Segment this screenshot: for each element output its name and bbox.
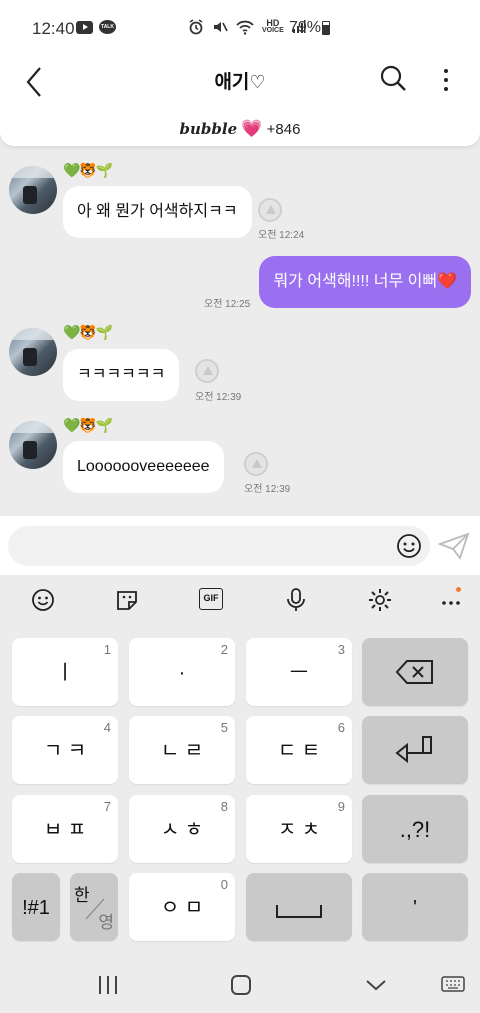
settings-icon[interactable] (367, 587, 393, 613)
key-n-r[interactable]: ㄴ ㄹ5 (129, 716, 235, 784)
message-bubble[interactable]: Looooooveeeeeee (63, 441, 224, 493)
message-time: 오전 12:39 (195, 392, 242, 403)
youtube-icon (76, 20, 93, 34)
keyboard-icon[interactable] (440, 973, 466, 997)
sender-avatar[interactable] (9, 166, 57, 214)
enter-key[interactable] (362, 716, 468, 784)
key-i[interactable]: ㅣ1 (12, 638, 118, 706)
key-s-h[interactable]: ㅅ ㅎ8 (129, 795, 235, 863)
mic-icon[interactable] (283, 587, 309, 613)
backspace-icon (395, 660, 433, 684)
keyboard: GIF ㅣ1 · 2 ㅡ3 ㄱ ㅋ4 ㄴ ㄹ5 ㄷ ㅌ6 ㅂ ㅍ7 ㅅ ㅎ8 ㅈ … (0, 575, 480, 957)
punctuation-key[interactable]: .,?! (362, 795, 468, 863)
emoji-icon[interactable] (30, 587, 56, 613)
navigation-bar (0, 957, 480, 1013)
wifi-icon (236, 20, 254, 35)
key-d-t[interactable]: ㄷ ㅌ6 (246, 716, 352, 784)
key-o-m[interactable]: ㅇ ㅁ0 (129, 873, 235, 941)
search-button[interactable] (379, 64, 407, 94)
sender-avatar[interactable] (9, 328, 57, 376)
my-message-bubble[interactable]: 뭐가 어색해!!!! 너무 이뻐❤️ (259, 256, 471, 308)
hd-voice-indicator: HD VOICE (262, 18, 284, 35)
gif-label: GIF (203, 593, 219, 603)
message-time: 오전 12:25 (204, 299, 251, 310)
message-time: 오전 12:24 (258, 230, 305, 241)
language-toggle-key[interactable]: 한 영 (70, 873, 118, 941)
key-b-p[interactable]: ㅂ ㅍ7 (12, 795, 118, 863)
sticker-icon[interactable] (114, 587, 140, 613)
status-bar: 12:40 TALK HD VOICE 79% (0, 0, 480, 58)
read-status-icon (244, 452, 268, 476)
sender-name: 💚🐯🌱 (63, 162, 113, 178)
emoji-button[interactable] (396, 533, 422, 559)
mute-icon (214, 22, 228, 32)
message-bubble[interactable]: ㅋㅋㅋㅋㅋㅋ (63, 349, 180, 401)
battery-percent: 79% (289, 19, 322, 36)
message-bubble[interactable]: 아 왜 뭔가 어색하지ㅋㅋ (63, 186, 252, 238)
status-time: 12:40 (32, 19, 75, 38)
notification-dot (456, 587, 461, 592)
key-eu[interactable]: ㅡ3 (246, 638, 352, 706)
kakaotalk-icon: TALK (99, 20, 116, 34)
keyboard-toolbar: GIF (0, 575, 480, 625)
bubble-subheader[interactable]: bubble 💗 +846 (0, 112, 480, 146)
gif-icon[interactable]: GIF (199, 588, 223, 610)
read-status-icon (195, 359, 219, 383)
home-icon[interactable] (228, 973, 254, 997)
pink-heart-icon: 💗 (241, 119, 263, 138)
message-time: 오전 12:39 (244, 484, 291, 495)
battery-icon (322, 21, 330, 35)
chat-title: 애기♡ (0, 67, 480, 94)
sender-name: 💚🐯🌱 (63, 417, 113, 433)
heart-outline-icon: ♡ (249, 72, 266, 92)
key-g-k[interactable]: ㄱ ㅋ4 (12, 716, 118, 784)
symbols-key[interactable]: !#1 (12, 873, 60, 941)
apostrophe-key[interactable]: ' (362, 873, 468, 941)
back-icon[interactable] (363, 973, 389, 997)
chat-area[interactable]: 💚🐯🌱 아 왜 뭔가 어색하지ㅋㅋ 오전 12:24 뭐가 어색해!!!! 너무… (0, 134, 480, 516)
message-input[interactable] (8, 526, 430, 566)
key-dot[interactable]: · 2 (129, 638, 235, 706)
more-options-button[interactable] (437, 66, 455, 96)
chat-title-name: 애기 (214, 72, 250, 93)
bubble-count: +846 (266, 121, 301, 138)
enter-icon (395, 736, 432, 764)
chat-header: 애기♡ (0, 58, 480, 118)
backspace-key[interactable] (362, 638, 468, 706)
read-status-icon (258, 198, 282, 222)
key-j-ch[interactable]: ㅈ ㅊ9 (246, 795, 352, 863)
sender-name: 💚🐯🌱 (63, 324, 113, 340)
sender-avatar[interactable] (9, 421, 57, 469)
recents-icon[interactable] (95, 973, 121, 997)
bubble-logo: bubble (179, 120, 238, 138)
space-icon (276, 905, 322, 918)
space-key[interactable] (246, 873, 352, 941)
alarm-icon (189, 19, 203, 35)
send-button[interactable] (438, 532, 470, 560)
